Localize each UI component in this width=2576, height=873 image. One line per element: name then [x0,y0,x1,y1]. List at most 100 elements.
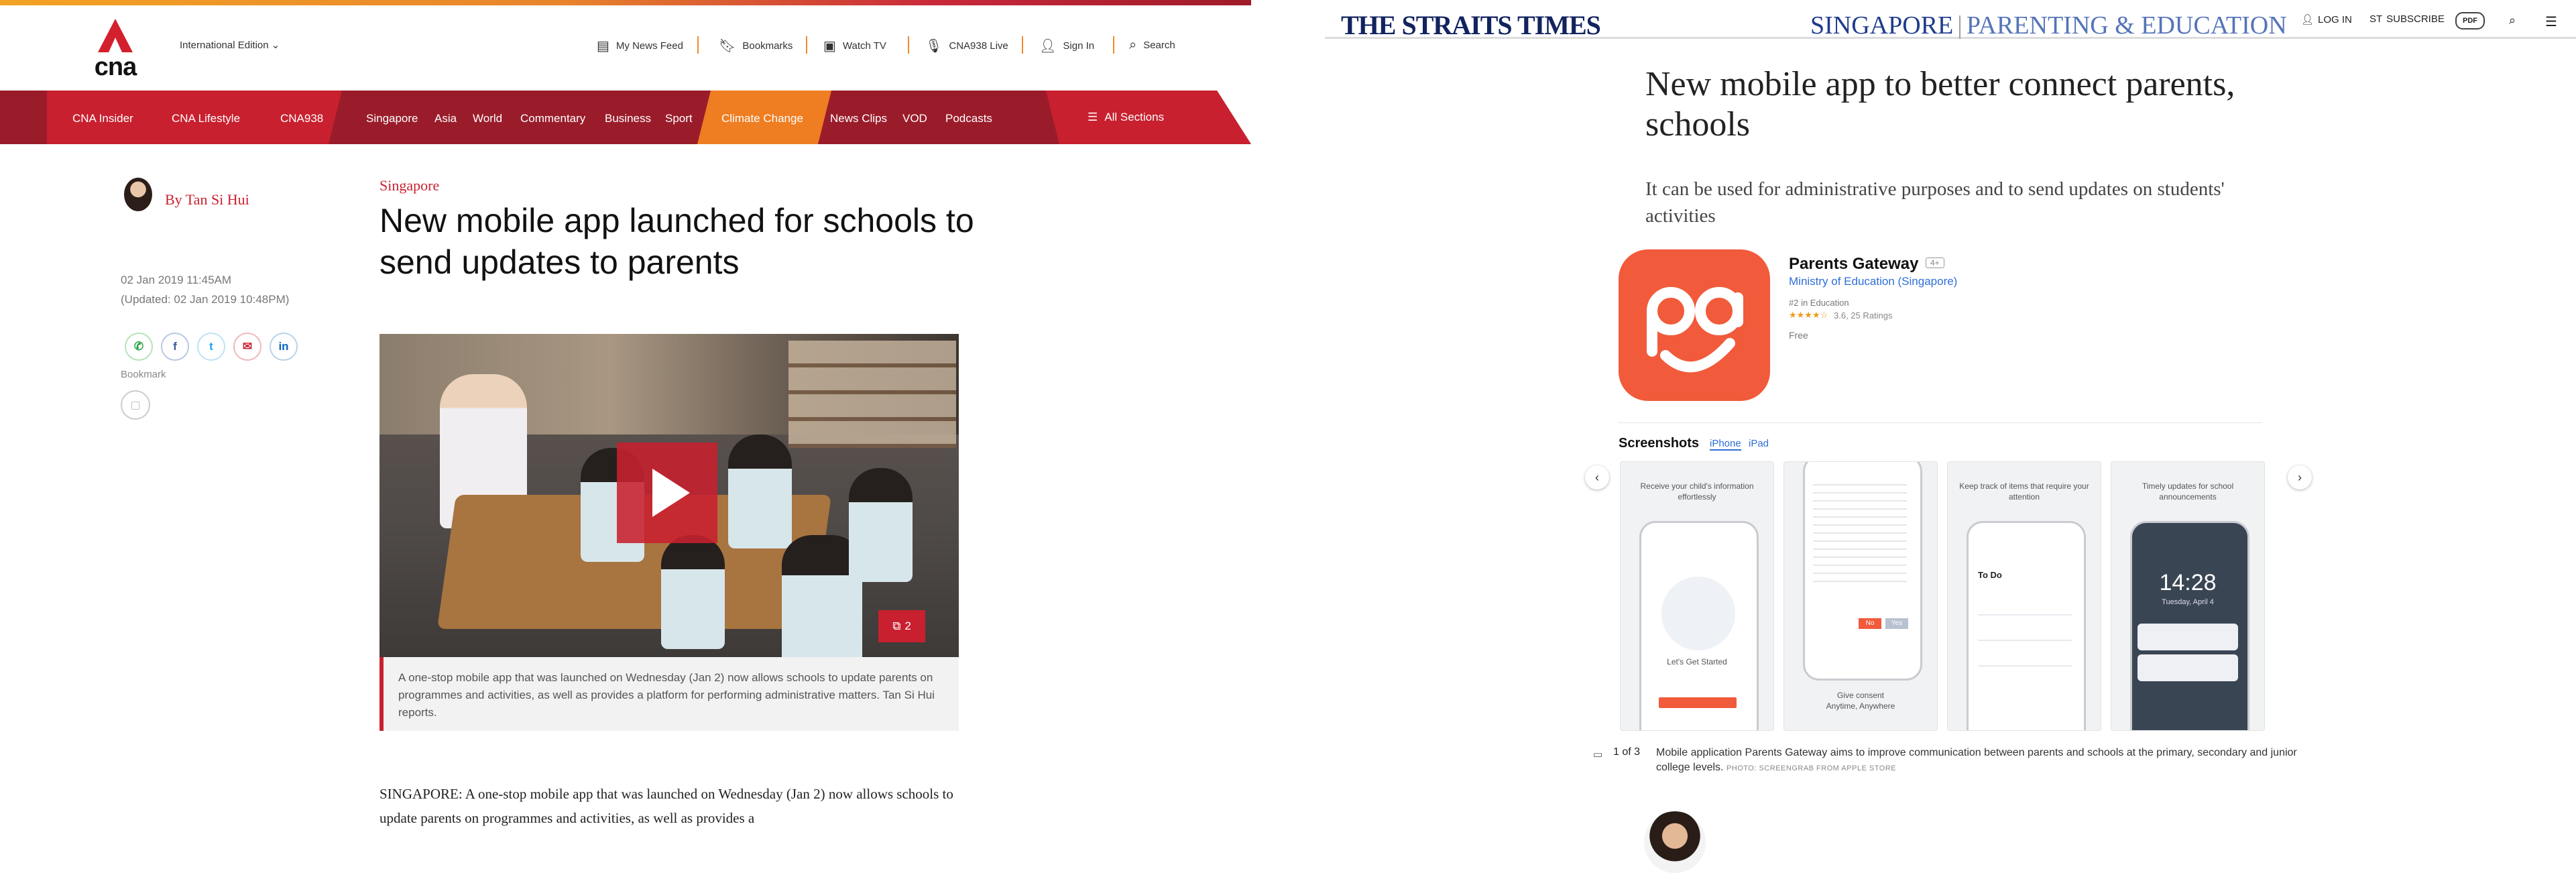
cna-logo-triangle-inner [109,38,122,52]
video-scene-student [728,434,792,548]
lockscreen-clock: 14:28 [2159,570,2217,595]
st-subscribe-link[interactable]: ST SUBSCRIBE [2369,13,2445,25]
app-rating-text: 3.6, 25 Ratings [1834,310,1893,321]
app-screenshot: Receive your child's information effortl… [1620,461,1774,731]
consent-no-button: No [1859,618,1881,629]
bookmarks-link[interactable]: 🔖︎ Bookmarks [719,38,793,54]
st-article-standfirst: It can be used for administrative purpos… [1645,178,2225,227]
sign-in-label: Sign In [1063,40,1095,52]
carousel-next-button[interactable]: › [2288,465,2312,489]
bookmark-icon: 🔖︎ [719,39,736,54]
nav-business[interactable]: Business [605,112,651,125]
linkedin-share-button[interactable]: in [270,333,298,361]
video-caption: A one-stop mobile app that was launched … [379,657,959,731]
email-share-button[interactable]: ✉ [233,333,261,361]
play-icon [652,469,690,517]
bookmarks-label: Bookmarks [742,40,793,52]
bookmark-button[interactable]: ▢ [121,390,150,420]
parents-gateway-app-icon [1619,249,1770,401]
facebook-share-button[interactable]: f [161,333,189,361]
st-section-breadcrumb: SINGAPORE | PARENTING & EDUCATION [1810,11,2287,40]
st-article-headline: New mobile app to better connect parents… [1645,65,2235,143]
app-developer-link[interactable]: Ministry of Education (Singapore) [1789,275,1957,288]
video-scene-student [661,535,725,649]
menu-icon: ☰ [2545,15,2557,30]
app-rank: #2 in Education [1789,298,1849,308]
search-icon: ⌕ [1129,38,1137,52]
consent-form-lines [1813,477,1907,585]
pdf-button[interactable]: PDF [2455,12,2485,30]
gallery-icon: ⧉ [892,620,901,632]
st-subsection-link[interactable]: PARENTING & EDUCATION [1967,11,2287,40]
video-scene-shelf [788,341,956,448]
lets-get-started-text: Let's Get Started [1667,657,1727,666]
st-logo[interactable]: THE STRAITS TIMES [1341,9,1601,41]
phone-frame: Let's Get Started [1639,521,1759,730]
cna938-live-label: CNA938 Live [949,40,1008,52]
main-navigation: CNA Insider CNA Lifestyle CNA938 Singapo… [0,91,1251,144]
st-menu-button[interactable]: ☰ [2545,13,2557,30]
app-divider [1619,422,2262,423]
email-icon: ✉ [242,340,253,353]
st-search-button[interactable]: ⌕ [2509,13,2516,27]
nav-cna-lifestyle[interactable]: CNA Lifestyle [172,112,240,125]
author-name[interactable]: By Tan Si Hui [165,191,249,209]
nav-cna-insider[interactable]: CNA Insider [72,112,133,125]
nav-climate-change[interactable]: Climate Change [721,112,803,125]
app-name: Parents Gateway [1789,255,1919,273]
cna938-live-link[interactable]: 🎙︎ CNA938 Live [925,38,1008,54]
user-icon: 👤︎ [2301,14,2315,25]
st-section-link[interactable]: SINGAPORE [1810,11,1953,40]
nav-commentary[interactable]: Commentary [520,112,585,125]
photo-credit: PHOTO: SCREENGRAB FROM APPLE STORE [1726,764,1897,772]
st-subscribe-label: SUBSCRIBE [2386,13,2445,25]
consent-yes-button: Yes [1885,618,1908,629]
nav-singapore[interactable]: Singapore [366,112,418,125]
pg-logo-icon [1647,287,1743,373]
all-sections-button[interactable]: ☰ All Sections [1088,111,1164,124]
author-avatar [124,178,152,211]
tv-icon: ▣ [823,39,836,54]
utility-divider [1022,36,1023,54]
my-news-feed-label: My News Feed [616,40,683,52]
nav-sport[interactable]: Sport [665,112,693,125]
phone-frame: 14:28 Tuesday, April 4 [2130,521,2249,730]
sign-in-link[interactable]: 👤︎ Sign In [1039,38,1094,54]
bookmark-icon: ▢ [130,400,141,411]
article-category[interactable]: Singapore [379,177,439,194]
menu-icon: ☰ [1088,111,1098,123]
search-link[interactable]: ⌕ Search [1129,38,1175,53]
nav-cna938[interactable]: CNA938 [280,112,323,125]
edition-selector[interactable]: International Edition ⌄ [180,39,280,51]
gallery-count-badge[interactable]: ⧉ 2 [878,610,925,642]
cna-logo[interactable]: cna [94,19,137,81]
utility-divider [1113,36,1114,54]
whatsapp-icon: ✆ [133,340,144,353]
rating-stars-icon: ★★★★☆ [1789,310,1828,320]
nav-world[interactable]: World [473,112,502,125]
cna-logo-text: cna [94,53,137,81]
watch-tv-label: Watch TV [842,40,886,52]
nav-news-clips[interactable]: News Clips [830,112,887,125]
twitter-share-button[interactable]: t [197,333,225,361]
edition-label: International Edition [180,40,269,51]
st-login-label: LOG IN [2318,13,2352,25]
st-login-link[interactable]: 👤︎ LOG IN [2301,13,2352,26]
screenshots-title: Screenshots [1619,436,1700,451]
app-screenshot: Keep track of items that require your at… [1947,461,2101,731]
watch-tv-link[interactable]: ▣ Watch TV [823,38,886,54]
whatsapp-share-button[interactable]: ✆ [125,333,153,361]
phone-frame: To Do [1967,521,2086,730]
my-news-feed-link[interactable]: ▤ My News Feed [597,38,683,54]
facebook-icon: f [173,340,177,353]
app-screenshot: Timely updates for school announcements … [2111,461,2265,731]
date-published: 02 Jan 2019 11:45AM [121,274,232,286]
nav-asia[interactable]: Asia [434,112,457,125]
date-updated: (Updated: 02 Jan 2019 10:48PM) [121,293,290,306]
search-label: Search [1143,40,1175,51]
play-button[interactable] [617,443,717,543]
nav-podcasts[interactable]: Podcasts [945,112,992,125]
nav-vod[interactable]: VOD [902,112,927,125]
cna-top-accent-strip [0,0,1251,5]
carousel-prev-button[interactable]: ‹ [1585,465,1609,489]
